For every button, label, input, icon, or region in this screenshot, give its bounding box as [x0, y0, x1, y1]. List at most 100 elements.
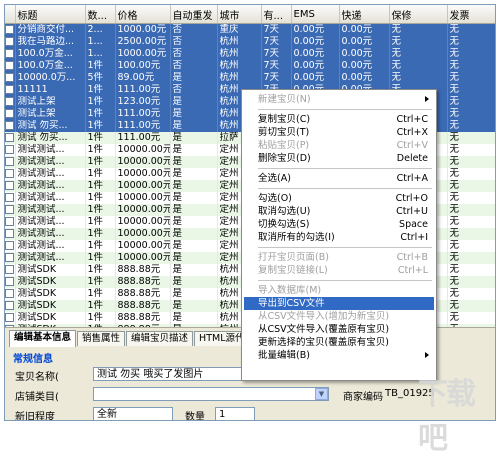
- table-cell: 10000.0万...: [15, 72, 86, 84]
- row-checkbox-cell[interactable]: [5, 72, 16, 84]
- table-row[interactable]: 分销商交付... 2... 1000.00元否重庆 7天 0.00元 0.00元无无: [5, 23, 495, 36]
- column-header[interactable]: 城市: [217, 5, 262, 24]
- row-checkbox-cell[interactable]: [5, 264, 16, 276]
- column-header[interactable]: 发票: [447, 5, 495, 24]
- table-row[interactable]: 10000.0万... 5件 89.00元是杭州 7天 0.00元 0.00元无无: [5, 72, 495, 84]
- row-checkbox[interactable]: [5, 217, 14, 226]
- row-checkbox[interactable]: [5, 37, 14, 46]
- menu-item[interactable]: 更新选择的宝贝(覆盖原有宝贝): [244, 336, 434, 349]
- category-select[interactable]: [93, 387, 329, 401]
- menu-item[interactable]: 新建宝贝(N): [244, 93, 434, 106]
- row-checkbox[interactable]: [5, 193, 14, 202]
- column-header[interactable]: 价格: [115, 5, 171, 24]
- menu-item-shortcut: Space: [399, 219, 428, 230]
- row-checkbox[interactable]: [5, 229, 14, 238]
- row-checkbox[interactable]: [5, 61, 14, 70]
- row-checkbox[interactable]: [5, 205, 14, 214]
- row-checkbox-cell[interactable]: [5, 156, 16, 168]
- column-header[interactable]: 快递: [339, 5, 390, 24]
- table-cell: 无: [447, 144, 495, 156]
- row-checkbox-cell[interactable]: [5, 288, 16, 300]
- table-cell: 是: [170, 240, 218, 252]
- row-checkbox-cell[interactable]: [5, 204, 16, 216]
- row-checkbox[interactable]: [5, 277, 14, 286]
- column-header[interactable]: 自动重发: [170, 5, 218, 24]
- menu-item[interactable]: 复制宝贝(C) Ctrl+C: [244, 113, 434, 126]
- menu-item[interactable]: 剪切宝贝(T) Ctrl+X: [244, 126, 434, 139]
- row-checkbox-cell[interactable]: [5, 276, 16, 288]
- row-checkbox[interactable]: [5, 49, 14, 58]
- chevron-down-icon[interactable]: ▼: [315, 388, 328, 400]
- row-checkbox-cell[interactable]: [5, 132, 16, 144]
- table-row[interactable]: 100.0万金... 1... 1000.00元否杭州 7天 0.00元 0.00元无无: [5, 48, 495, 60]
- menu-item[interactable]: 批量编辑(B): [244, 349, 434, 362]
- menu-item[interactable]: 复制宝贝链接(L) Ctrl+L: [244, 264, 434, 277]
- menu-item[interactable]: 全选(A) Ctrl+A: [244, 172, 434, 185]
- row-checkbox[interactable]: [5, 241, 14, 250]
- row-checkbox[interactable]: [5, 121, 14, 130]
- row-checkbox-cell[interactable]: [5, 36, 16, 48]
- menu-item[interactable]: 导入数据库(M): [244, 284, 434, 297]
- menu-item[interactable]: 删除宝贝(D) Delete: [244, 152, 434, 165]
- table-cell: 是: [170, 120, 218, 132]
- table-cell: 10000.00元: [115, 180, 171, 192]
- column-header[interactable]: 数...: [85, 5, 116, 24]
- row-checkbox[interactable]: [5, 289, 14, 298]
- menu-item[interactable]: 导出到CSV文件: [244, 297, 434, 310]
- row-checkbox-cell[interactable]: [5, 48, 16, 60]
- menu-item[interactable]: 切换勾选(S) Space: [244, 218, 434, 231]
- qty-input[interactable]: 1: [215, 407, 255, 420]
- row-checkbox-cell[interactable]: [5, 144, 16, 156]
- row-checkbox-cell[interactable]: [5, 312, 16, 324]
- row-checkbox-cell[interactable]: [5, 96, 16, 108]
- row-checkbox[interactable]: [5, 301, 14, 310]
- tab-2[interactable]: 编辑宝贝描述: [126, 331, 194, 346]
- menu-item[interactable]: 勾选(O) Ctrl+O: [244, 192, 434, 205]
- column-header[interactable]: EMS: [291, 5, 340, 24]
- row-checkbox-cell[interactable]: [5, 228, 16, 240]
- row-checkbox[interactable]: [5, 109, 14, 118]
- menu-separator: [258, 247, 432, 248]
- row-checkbox-cell[interactable]: [5, 84, 16, 96]
- row-checkbox[interactable]: [5, 73, 14, 82]
- row-checkbox[interactable]: [5, 97, 14, 106]
- row-checkbox-cell[interactable]: [5, 60, 16, 72]
- column-header[interactable]: 标题: [15, 5, 86, 24]
- tab-0[interactable]: 编辑基本信息: [9, 330, 77, 347]
- row-checkbox-cell[interactable]: [5, 120, 16, 132]
- tab-1[interactable]: 销售属性: [77, 331, 126, 346]
- row-checkbox[interactable]: [5, 253, 14, 262]
- menu-item[interactable]: 粘贴宝贝(P) Ctrl+V: [244, 139, 434, 152]
- row-checkbox-cell[interactable]: [5, 300, 16, 312]
- row-checkbox-cell[interactable]: [5, 252, 16, 264]
- row-checkbox[interactable]: [5, 169, 14, 178]
- row-checkbox-cell[interactable]: [5, 108, 16, 120]
- row-checkbox-cell[interactable]: [5, 23, 16, 36]
- row-checkbox-cell[interactable]: [5, 240, 16, 252]
- column-header[interactable]: 保修: [389, 5, 448, 24]
- row-checkbox-cell[interactable]: [5, 216, 16, 228]
- row-checkbox[interactable]: [5, 25, 14, 34]
- table-row[interactable]: 100.0万金... 1件 100.00元否杭州 7天 0.00元 0.00元无无: [5, 60, 495, 72]
- table-row[interactable]: 我在马路边... 1... 2500.00元否杭州 7天 0.00元 0.00元无无: [5, 36, 495, 48]
- condition-select[interactable]: 全新: [93, 407, 173, 420]
- table-cell: 888.88元: [115, 276, 171, 288]
- row-checkbox[interactable]: [5, 85, 14, 94]
- row-checkbox[interactable]: [5, 145, 14, 154]
- table-cell: 否: [170, 36, 218, 48]
- menu-item[interactable]: 从CSV文件导入(覆盖原有宝贝): [244, 323, 434, 336]
- row-checkbox-cell[interactable]: [5, 192, 16, 204]
- column-header[interactable]: 有...: [261, 5, 292, 24]
- row-checkbox-cell[interactable]: [5, 168, 16, 180]
- row-checkbox[interactable]: [5, 133, 14, 142]
- row-checkbox[interactable]: [5, 313, 14, 322]
- menu-item[interactable]: 取消所有的勾选(I) Ctrl+I: [244, 231, 434, 244]
- row-checkbox[interactable]: [5, 181, 14, 190]
- row-checkbox[interactable]: [5, 157, 14, 166]
- table-cell: 是: [170, 72, 218, 84]
- menu-item[interactable]: 打开宝贝页面(B) Ctrl+B: [244, 251, 434, 264]
- menu-item[interactable]: 取消勾选(U) Ctrl+U: [244, 205, 434, 218]
- row-checkbox[interactable]: [5, 265, 14, 274]
- row-checkbox-cell[interactable]: [5, 180, 16, 192]
- menu-item[interactable]: 从CSV文件导入(增加为新宝贝): [244, 310, 434, 323]
